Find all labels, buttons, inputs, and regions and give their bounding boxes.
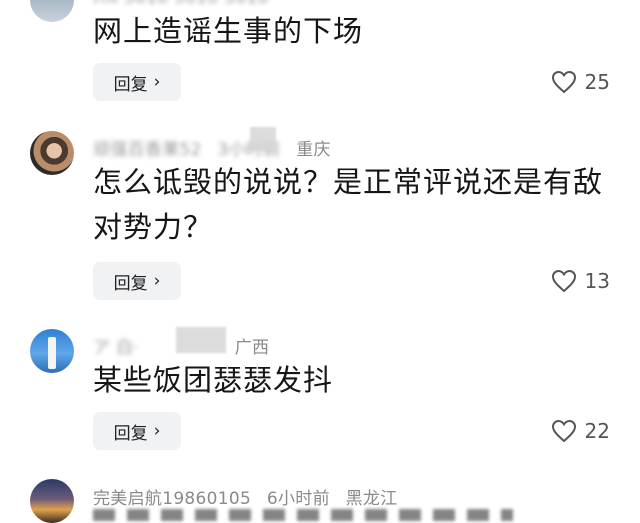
comment-text: 怎么诋毁的说说？是正常评说还是有敌对势力？ bbox=[93, 165, 604, 244]
avatar[interactable] bbox=[30, 131, 74, 175]
reply-label: 回复 bbox=[113, 74, 148, 95]
username[interactable]: 顽强百香果52 bbox=[93, 140, 202, 160]
like-button[interactable]: 25 bbox=[551, 63, 610, 101]
avatar[interactable] bbox=[30, 329, 74, 373]
chevron-right-icon: › bbox=[153, 421, 161, 441]
reply-button[interactable]: 回复 › bbox=[93, 262, 181, 300]
chevron-right-icon: › bbox=[153, 72, 161, 92]
like-count: 13 bbox=[584, 269, 610, 293]
comment-meta: ЛЯ 3010 3010 3010 bbox=[93, 0, 279, 8]
comment-text: 网上造谣生事的下场 bbox=[93, 14, 364, 48]
comment-time: 6小时前 bbox=[266, 489, 330, 509]
heart-outline-icon bbox=[551, 269, 577, 293]
heart-outline-icon bbox=[551, 419, 577, 443]
chevron-right-icon: › bbox=[153, 271, 161, 291]
reply-button[interactable]: 回复 › bbox=[93, 412, 181, 450]
like-button[interactable]: 13 bbox=[551, 262, 610, 300]
comment-text-cutoff bbox=[93, 509, 513, 521]
comment-text: 某些饭团瑟瑟发抖 bbox=[93, 363, 334, 397]
like-button[interactable]: 22 bbox=[551, 412, 610, 450]
comment-location: 重庆 bbox=[296, 140, 331, 160]
username[interactable]: ЛЯ 3010 3010 3010 bbox=[93, 0, 269, 8]
reply-label: 回复 bbox=[113, 423, 148, 444]
reply-button[interactable]: 回复 › bbox=[93, 63, 181, 101]
comment-meta: 顽强百香果52 3小时前 重庆 bbox=[93, 135, 341, 160]
mosaic-overlay bbox=[250, 127, 276, 151]
heart-outline-icon bbox=[551, 70, 577, 94]
lighthouse-image bbox=[48, 337, 56, 369]
reply-label: 回复 bbox=[113, 273, 148, 294]
username[interactable]: 完美启航19860105 bbox=[93, 489, 251, 509]
mosaic-overlay bbox=[176, 327, 226, 353]
comment-meta: 完美启航19860105 6小时前 黑龙江 bbox=[93, 484, 408, 509]
username[interactable]: ア 白· bbox=[93, 338, 139, 358]
comment-location: 黑龙江 bbox=[345, 489, 398, 509]
avatar[interactable] bbox=[30, 0, 74, 22]
comment-location: 广西 bbox=[234, 338, 270, 358]
like-count: 25 bbox=[584, 70, 610, 94]
like-count: 22 bbox=[584, 419, 610, 443]
avatar[interactable] bbox=[30, 479, 74, 523]
